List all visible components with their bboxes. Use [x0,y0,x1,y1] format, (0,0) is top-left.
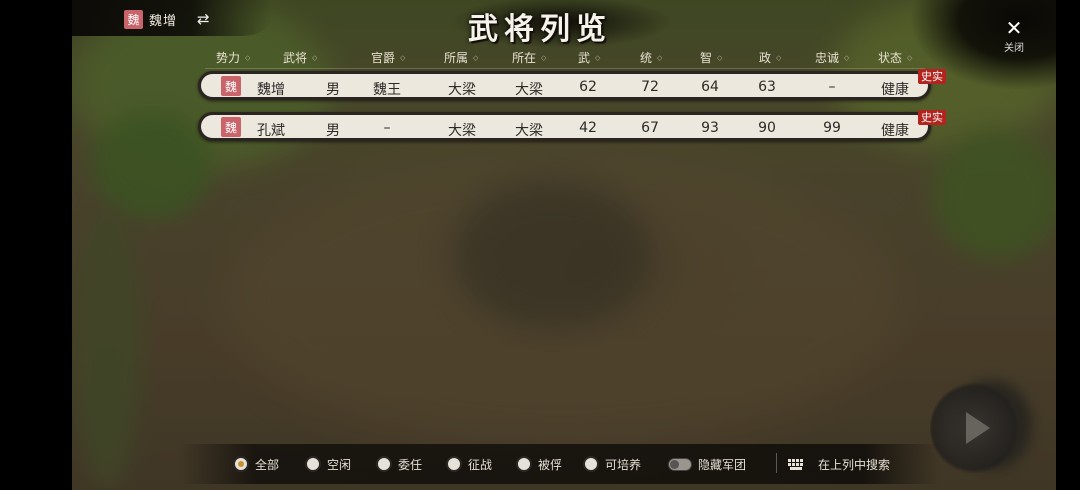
filter-appointed[interactable]: 委任 [376,455,422,473]
table-row[interactable]: 魏 魏增 男 魏王 大梁 大梁 62 72 64 63 – 健康 史实 [198,69,946,100]
general-name: 孔斌 [257,123,285,139]
status: 健康 [881,82,909,98]
radio-icon [376,456,392,472]
sort-icon: ◇ [595,54,601,62]
toggle-switch-icon [668,457,692,471]
belong: 大梁 [448,123,476,139]
filter-label: 全部 [255,457,280,472]
column-header-status[interactable]: 状态 ◇ [878,49,912,66]
sort-icon: ◇ [312,54,318,62]
filter-label: 空闲 [327,457,352,472]
close-icon: ✕ [1005,16,1023,40]
filter-divider [776,453,777,473]
filter-captured[interactable]: 被俘 [516,455,562,473]
stat-lead: 67 [641,120,659,136]
stat-intel: 93 [701,120,719,136]
column-header-location[interactable]: 所在 ◇ [512,49,546,66]
radio-icon [583,456,599,472]
column-header-war[interactable]: 武 ◇ [578,49,600,66]
sort-icon: ◇ [717,54,723,62]
general-name: 魏增 [257,82,285,98]
column-header-general[interactable]: 武将 ◇ [283,49,317,66]
stat-war: 62 [579,79,597,95]
radio-icon [305,456,321,472]
stat-politics: 63 [758,79,776,95]
radio-icon [446,456,462,472]
filter-label: 可培养 [605,457,642,472]
column-header-loyalty[interactable]: 忠诚 ◇ [815,49,849,66]
toggle-label: 隐藏军团 [698,457,747,472]
historical-tag: 史实 [918,69,946,84]
sort-icon: ◇ [400,54,406,62]
page-title: 武将列览 [468,12,612,47]
sort-icon: ◇ [473,54,479,62]
filter-idle[interactable]: 空闲 [305,455,351,473]
filter-all[interactable]: 全部 [233,455,279,473]
column-header-politics[interactable]: 政 ◇ [759,49,781,66]
column-header-lead[interactable]: 统 ◇ [640,49,662,66]
hide-legion-toggle[interactable]: 隐藏军团 [668,455,746,473]
sort-icon: ◇ [844,54,850,62]
stat-politics: 90 [758,120,776,136]
stat-lead: 72 [641,79,659,95]
loyalty: – [828,79,836,95]
rank: – [383,120,391,136]
filter-label: 征战 [468,457,493,472]
radio-selected-icon [233,456,249,472]
sort-icon: ◇ [907,54,913,62]
sort-icon: ◇ [541,54,547,62]
column-header-rank[interactable]: 官爵 ◇ [371,49,405,66]
stat-intel: 64 [701,79,719,95]
table-header: 势力 ◇ 武将 ◇ 官爵 ◇ 所属 ◇ 所在 ◇ 武 ◇ 统 ◇ 智 ◇ 政 ◇ 忠诚 ◇ 状态 ◇ [0,49,1080,67]
filter-trainable[interactable]: 可培养 [583,455,641,473]
keyboard-icon [788,458,804,470]
gender: 男 [326,82,340,98]
sort-icon: ◇ [776,54,782,62]
column-header-belong[interactable]: 所属 ◇ [444,49,478,66]
filter-campaign[interactable]: 征战 [446,455,492,473]
status: 健康 [881,123,909,139]
radio-icon [516,456,532,472]
loyalty: 99 [823,120,841,136]
gender: 男 [326,123,340,139]
stat-war: 42 [579,120,597,136]
faction-seal-icon: 魏 [221,117,241,137]
historical-tag: 史实 [918,110,946,125]
location: 大梁 [515,123,543,139]
search-label: 在上列中搜索 [818,457,891,472]
play-button[interactable] [930,382,1018,474]
sort-icon: ◇ [245,54,251,62]
table-row[interactable]: 魏 孔斌 男 – 大梁 大梁 42 67 93 90 99 健康 史实 [198,110,946,141]
column-header-intel[interactable]: 智 ◇ [700,49,722,66]
filter-label: 被俘 [538,457,563,472]
sort-icon: ◇ [657,54,663,62]
search-button[interactable]: 在上列中搜索 [788,455,890,473]
header-divider [205,68,925,69]
faction-seal-icon: 魏 [221,76,241,96]
filter-label: 委任 [398,457,423,472]
belong: 大梁 [448,82,476,98]
column-header-faction[interactable]: 势力 ◇ [216,49,250,66]
rank: 魏王 [373,82,401,98]
location: 大梁 [515,82,543,98]
